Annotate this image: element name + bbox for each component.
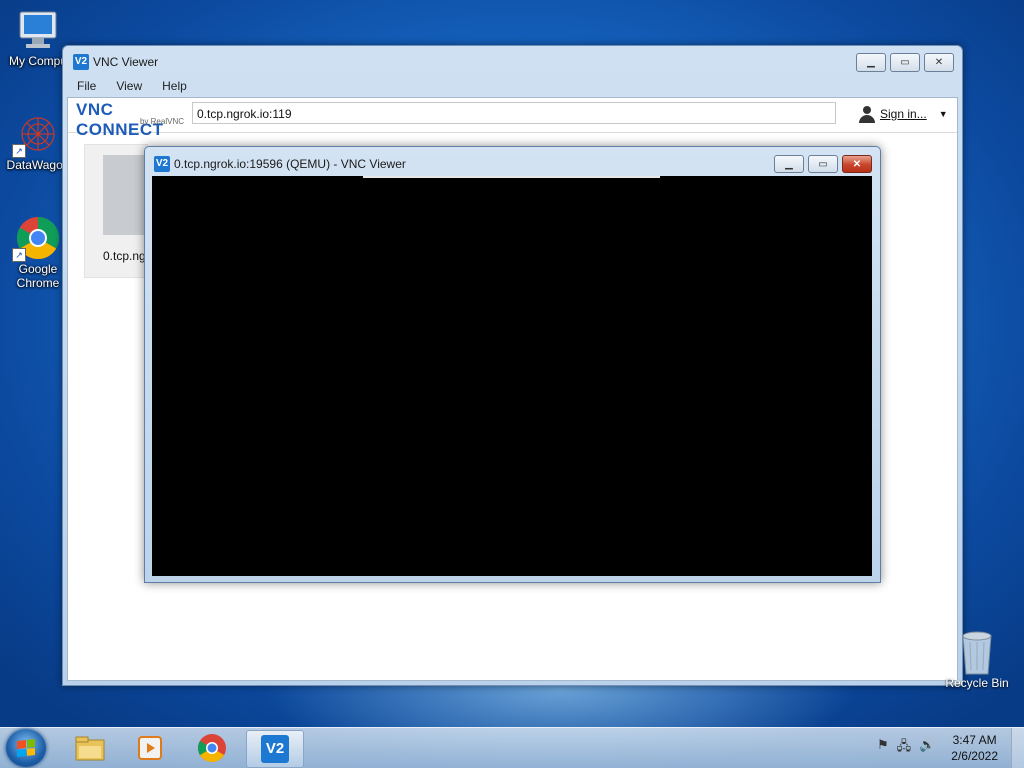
recycle-bin-icon [957, 630, 997, 676]
menu-file[interactable]: File [67, 77, 106, 97]
desktop-icon-recycle-bin[interactable]: Recycle Bin [942, 630, 1012, 690]
chrome-icon [198, 734, 226, 762]
menu-view[interactable]: View [106, 77, 152, 97]
close-button[interactable]: ✕ [842, 155, 872, 173]
sign-in-button[interactable]: Sign in... ▼ [858, 104, 948, 124]
computer-icon [16, 10, 60, 52]
start-button[interactable] [6, 729, 46, 767]
taskbar-vnc-viewer-button[interactable]: V2 [246, 730, 304, 768]
connection-label: 0.tcp.ng [103, 249, 146, 263]
maximize-button[interactable]: ▭ [890, 53, 920, 72]
vnc-app-icon: V2 [73, 54, 89, 70]
vnc-toolbar-handle[interactable] [363, 176, 660, 178]
menu-help[interactable]: Help [152, 77, 197, 97]
minimize-button[interactable]: ▁ [856, 53, 886, 72]
sign-in-label: Sign in... [880, 107, 927, 121]
chrome-icon: ↗ [12, 216, 60, 262]
vnc-app-icon: V2 [261, 735, 289, 763]
shortcut-arrow-icon: ↗ [12, 144, 26, 158]
recycle-bin-label: Recycle Bin [945, 676, 1009, 690]
user-icon [858, 105, 876, 123]
close-button[interactable]: ✕ [924, 53, 954, 72]
vnc-app-icon: V2 [154, 156, 170, 172]
taskbar-media-player-button[interactable] [122, 730, 178, 766]
taskbar: V2 ⚑ 🖧 🔊 3:47 AM 2/6/2022 [0, 727, 1024, 768]
folder-icon [75, 736, 105, 761]
window-title: VNC Viewer [93, 55, 159, 69]
system-tray: ⚑ 🖧 🔊 3:47 AM 2/6/2022 [877, 728, 1024, 768]
logo-subtext: by RealVNC [139, 117, 184, 126]
clock-time: 3:47 AM [952, 733, 997, 747]
vnc-connect-logo: VNC CONNECT by RealVNC [76, 100, 186, 139]
toolbar: VNC CONNECT by RealVNC 0.tcp.ngrok.io:11… [68, 98, 957, 139]
menu-bar: File View Help [67, 77, 197, 97]
datawagon-icon: ↗ [12, 114, 60, 158]
taskbar-explorer-button[interactable] [62, 730, 118, 766]
remote-title-bar[interactable]: V2 0.tcp.ngrok.io:19596 (QEMU) - VNC Vie… [145, 147, 880, 177]
remote-session-window: V2 0.tcp.ngrok.io:19596 (QEMU) - VNC Vie… [144, 146, 881, 583]
taskbar-chrome-button[interactable] [184, 730, 240, 766]
chevron-down-icon: ▼ [938, 109, 948, 119]
title-bar[interactable]: V2 VNC Viewer ▁ ▭ ✕ [63, 46, 962, 76]
media-player-icon [138, 736, 162, 760]
clock[interactable]: 3:47 AM 2/6/2022 [951, 732, 998, 764]
show-desktop-button[interactable] [1011, 728, 1024, 768]
connection-card[interactable]: 0.tcp.ng [84, 144, 151, 278]
address-input[interactable]: 0.tcp.ngrok.io:119 [192, 102, 836, 124]
remote-screen[interactable] [152, 176, 872, 576]
maximize-button[interactable]: ▭ [808, 155, 838, 173]
shortcut-arrow-icon: ↗ [12, 248, 26, 262]
network-icon[interactable]: 🖧 [897, 737, 912, 759]
remote-window-title: 0.tcp.ngrok.io:19596 (QEMU) - VNC Viewer [174, 157, 406, 171]
clock-date: 2/6/2022 [951, 749, 998, 763]
action-center-flag-icon[interactable]: ⚑ [877, 737, 889, 759]
volume-icon[interactable]: 🔊 [919, 737, 935, 759]
windows-logo-icon [17, 739, 35, 757]
minimize-button[interactable]: ▁ [774, 155, 804, 173]
